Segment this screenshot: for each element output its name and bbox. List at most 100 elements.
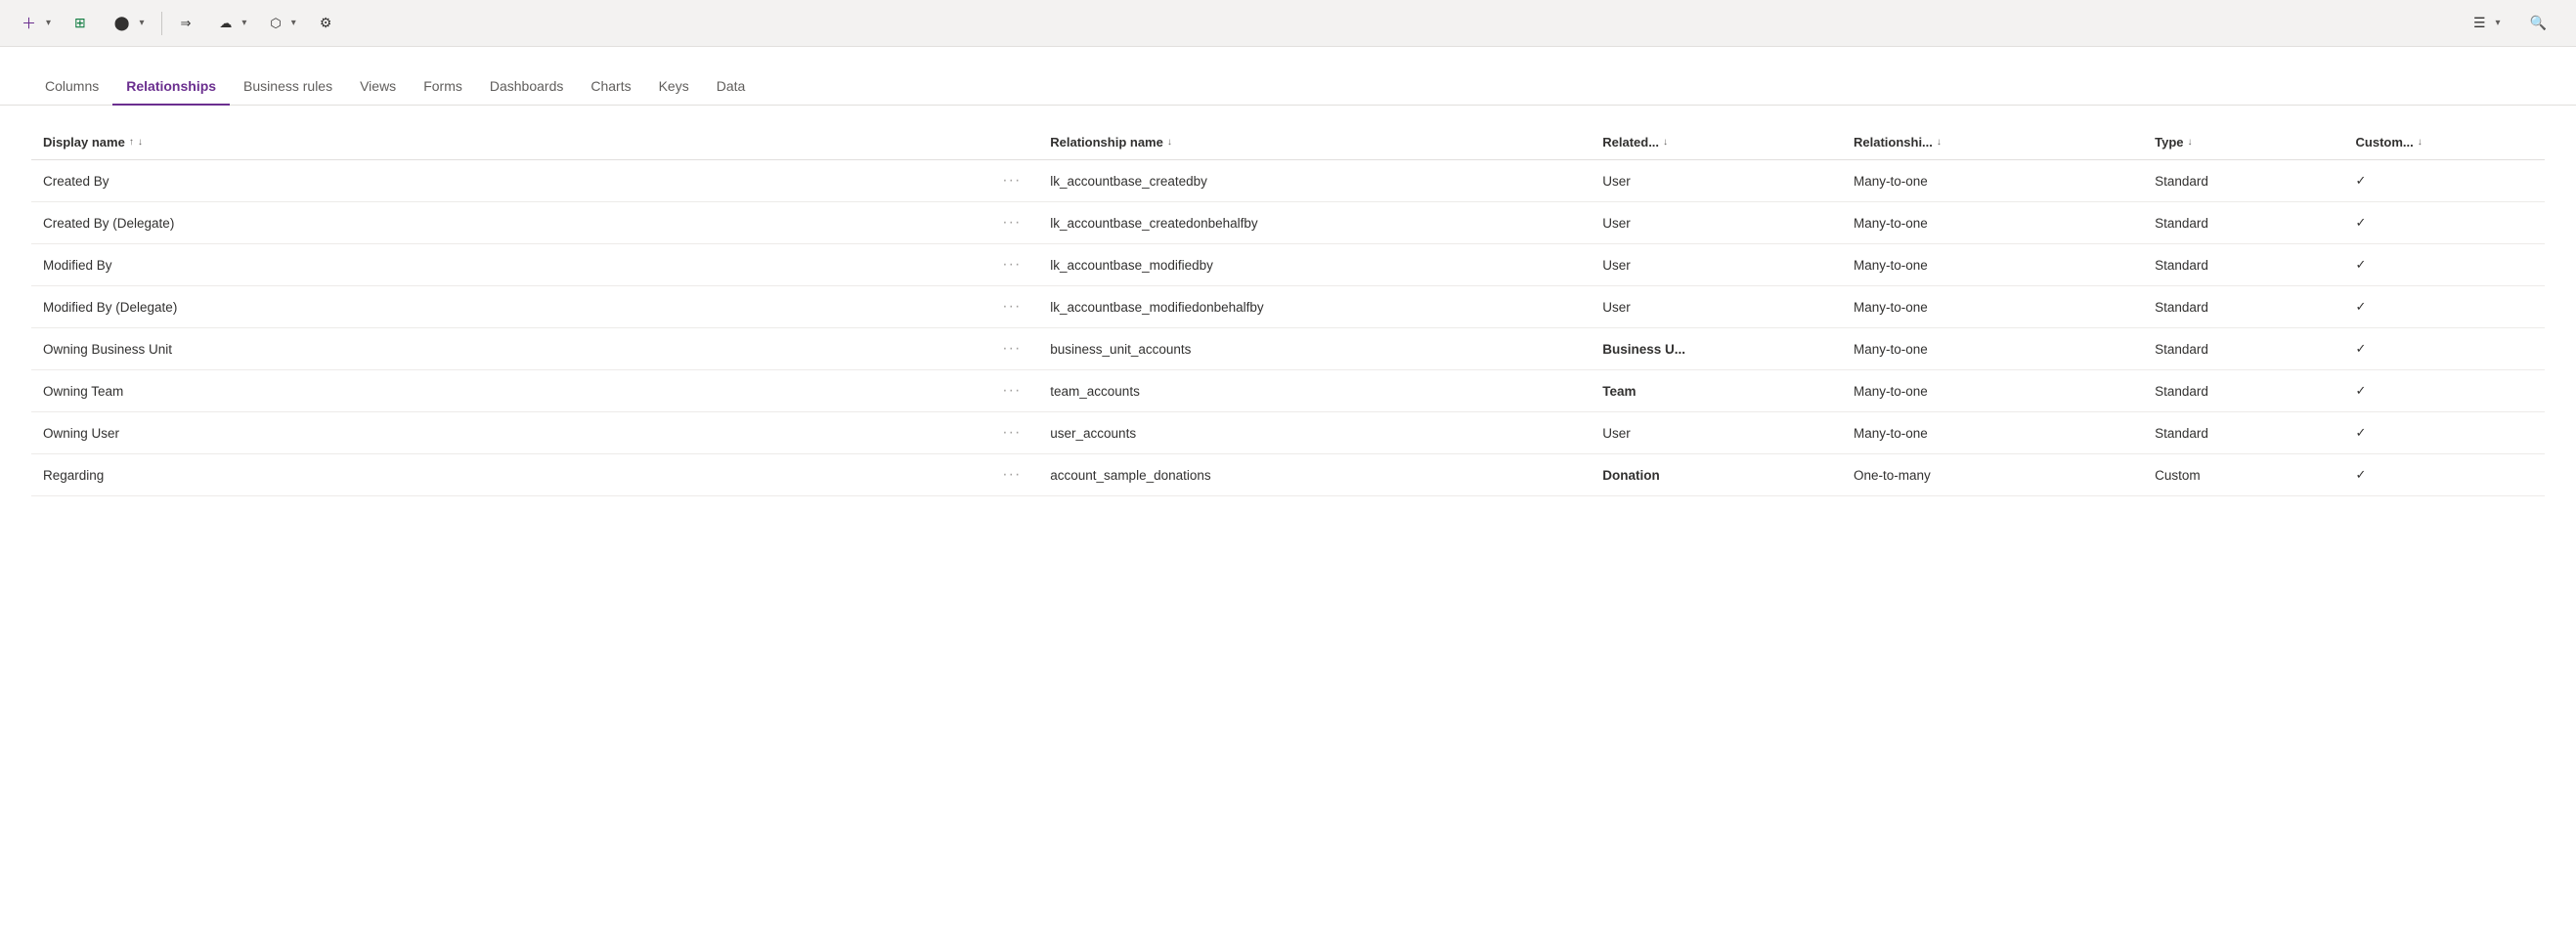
cell-custom: ✓ [2344,454,2545,496]
reltype-sort-icon: ↓ [1937,137,1942,148]
add-relationship-chevron: ▾ [46,18,51,28]
settings-icon: ⚙ [320,15,332,31]
cell-relationship-name: lk_accountbase_modifiedonbehalfby [1038,286,1591,328]
cell-display-name: Owning User [31,412,984,454]
cell-display-name: Created By [31,160,984,202]
cell-relationship-name: account_sample_donations [1038,454,1591,496]
checkmark-icon: ✓ [2356,173,2367,188]
tab-business-rules[interactable]: Business rules [230,70,346,106]
table-header-row: Display name ↑ ↓ Relationship name ↓ Rel… [31,125,2545,160]
filter-icon: ☰ [2473,15,2486,31]
type-sort-icon: ↓ [2188,137,2193,148]
table-row: Owning User ··· user_accounts User Many-… [31,412,2545,454]
toolbar-right: ☰ ▾ 🔍 [2464,9,2564,37]
col-header-type[interactable]: Type ↓ [2143,125,2343,160]
cell-dots[interactable]: ··· [984,160,1038,202]
export-lake-icon: ☁ [219,16,232,31]
table-row: Owning Team ··· team_accounts Team Many-… [31,370,2545,412]
cell-related: User [1591,202,1842,244]
add-relationship-button[interactable]: ＋ ▾ [12,7,61,39]
cell-relationship-type: Many-to-one [1842,412,2143,454]
sort-desc-icon: ↓ [138,137,143,148]
table-row: Regarding ··· account_sample_donations D… [31,454,2545,496]
relationships-table: Display name ↑ ↓ Relationship name ↓ Rel… [31,125,2545,496]
tab-relationships[interactable]: Relationships [112,70,230,106]
col-header-display-name[interactable]: Display name ↑ ↓ [31,125,984,160]
get-data-button[interactable]: ⬤ ▾ [105,9,154,37]
main-content: Display name ↑ ↓ Relationship name ↓ Rel… [0,106,2576,516]
checkmark-icon: ✓ [2356,215,2367,230]
col-header-dots [984,125,1038,160]
default-chevron: ▾ [2496,18,2501,28]
tab-forms[interactable]: Forms [410,70,476,106]
cell-related: Donation [1591,454,1842,496]
cell-relationship-name: user_accounts [1038,412,1591,454]
export-lake-chevron: ▾ [241,18,246,28]
cell-dots[interactable]: ··· [984,412,1038,454]
tab-views[interactable]: Views [346,70,410,106]
cell-relationship-type: Many-to-one [1842,370,2143,412]
cell-dots[interactable]: ··· [984,370,1038,412]
cell-custom: ✓ [2344,286,2545,328]
cell-custom: ✓ [2344,202,2545,244]
search-button[interactable]: 🔍 [2518,9,2564,37]
row-context-menu[interactable]: ··· [996,170,1026,191]
cell-dots[interactable]: ··· [984,286,1038,328]
tab-keys[interactable]: Keys [645,70,703,106]
cell-custom: ✓ [2344,328,2545,370]
relname-sort-icon: ↓ [1167,137,1172,148]
col-header-relationship-name[interactable]: Relationship name ↓ [1038,125,1591,160]
tab-columns[interactable]: Columns [31,70,112,106]
cell-custom: ✓ [2344,160,2545,202]
cell-type: Standard [2143,370,2343,412]
cell-relationship-name: lk_accountbase_createdonbehalfby [1038,202,1591,244]
tab-data[interactable]: Data [703,70,760,106]
row-context-menu[interactable]: ··· [996,212,1026,233]
settings-button[interactable]: ⚙ [310,9,347,37]
cell-display-name: Regarding [31,454,984,496]
cell-display-name: Modified By [31,244,984,286]
cell-custom: ✓ [2344,412,2545,454]
cell-dots[interactable]: ··· [984,328,1038,370]
tab-dashboards[interactable]: Dashboards [476,70,578,106]
cell-relationship-type: Many-to-one [1842,244,2143,286]
cell-relationship-name: lk_accountbase_createdby [1038,160,1591,202]
row-context-menu[interactable]: ··· [996,380,1026,401]
cell-display-name: Created By (Delegate) [31,202,984,244]
plus-icon: ＋ [22,13,36,33]
row-context-menu[interactable]: ··· [996,296,1026,317]
excel-icon: ⊞ [74,15,86,31]
export-lake-button[interactable]: ☁ ▾ [209,10,256,37]
cell-related: User [1591,244,1842,286]
export-data-button[interactable]: ⇒ [170,10,205,37]
cell-dots[interactable]: ··· [984,202,1038,244]
col-header-custom[interactable]: Custom... ↓ [2344,125,2545,160]
table-row: Owning Business Unit ··· business_unit_a… [31,328,2545,370]
related-sort-icon: ↓ [1663,137,1668,148]
cell-display-name: Owning Business Unit [31,328,984,370]
tab-charts[interactable]: Charts [577,70,644,106]
ai-builder-chevron: ▾ [291,18,296,28]
col-header-relationship-type[interactable]: Relationshi... ↓ [1842,125,2143,160]
cell-type: Standard [2143,286,2343,328]
divider-1 [161,12,162,35]
ai-builder-icon: ⬡ [270,16,281,31]
row-context-menu[interactable]: ··· [996,338,1026,359]
cell-type: Custom [2143,454,2343,496]
table-row: Modified By ··· lk_accountbase_modifiedb… [31,244,2545,286]
row-context-menu[interactable]: ··· [996,422,1026,443]
checkmark-icon: ✓ [2356,467,2367,482]
cell-type: Standard [2143,412,2343,454]
default-button[interactable]: ☰ ▾ [2464,9,2511,37]
table-row: Created By ··· lk_accountbase_createdby … [31,160,2545,202]
edit-excel-button[interactable]: ⊞ [65,9,101,37]
row-context-menu[interactable]: ··· [996,464,1026,485]
cell-relationship-type: Many-to-one [1842,160,2143,202]
col-header-related[interactable]: Related... ↓ [1591,125,1842,160]
cell-type: Standard [2143,202,2343,244]
row-context-menu[interactable]: ··· [996,254,1026,275]
ai-builder-button[interactable]: ⬡ ▾ [260,10,305,37]
cell-dots[interactable]: ··· [984,454,1038,496]
cell-dots[interactable]: ··· [984,244,1038,286]
cell-relationship-type: Many-to-one [1842,328,2143,370]
